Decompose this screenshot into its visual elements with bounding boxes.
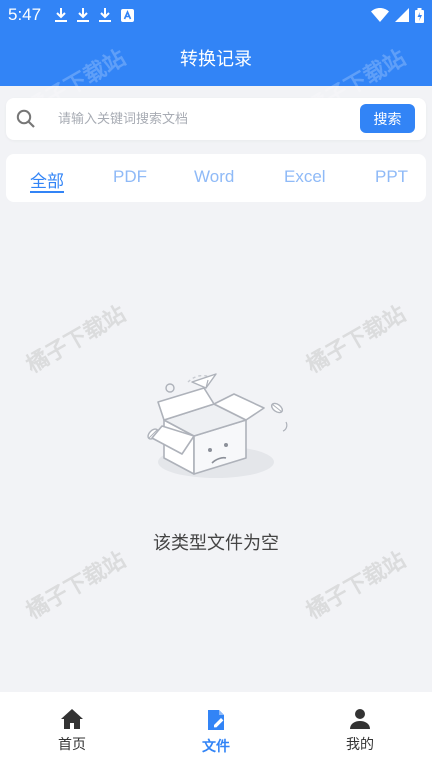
search-bar: 搜索 <box>6 98 426 140</box>
nav-item-profile[interactable]: 我的 <box>320 708 400 754</box>
tab-pdf[interactable]: PDF <box>113 167 147 187</box>
watermark: 橘子下载站 <box>302 547 411 625</box>
home-icon <box>61 709 83 729</box>
app-notification-icon <box>121 8 135 22</box>
wifi-icon <box>371 8 389 22</box>
download-icon <box>55 8 68 22</box>
status-time: 5:47 <box>8 5 42 24</box>
person-icon <box>350 709 370 729</box>
status-bar: 5:47 <box>0 0 432 30</box>
system-icons <box>371 7 424 23</box>
empty-box-icon <box>147 373 288 478</box>
nav-item-files[interactable]: 文件 <box>176 708 256 756</box>
search-icon <box>16 109 35 128</box>
nav-label-home: 首页 <box>58 737 86 753</box>
app-bar: 5:47 转换记录 橘子下载站 橘子下载站 <box>0 0 432 122</box>
filter-tabs: 全部 PDF Word Excel PPT <box>6 154 426 202</box>
document-edit-icon <box>208 710 224 730</box>
watermark: 橘子下载站 <box>22 301 131 379</box>
download-icon <box>99 8 112 22</box>
nav-item-home[interactable]: 首页 <box>32 708 112 754</box>
watermark: 橘子下载站 <box>302 301 411 379</box>
active-tab-indicator <box>30 191 64 193</box>
battery-icon <box>415 7 424 23</box>
tab-word[interactable]: Word <box>194 167 234 187</box>
bottom-navigation: 首页 文件 我的 <box>0 692 432 768</box>
notification-icons <box>55 8 135 22</box>
page-title: 转换记录 <box>180 49 252 70</box>
nav-label-profile: 我的 <box>346 737 374 753</box>
tab-all[interactable]: 全部 <box>30 167 64 192</box>
empty-state-message: 该类型文件为空 <box>153 533 279 554</box>
signal-icon <box>395 8 409 22</box>
search-input[interactable] <box>40 104 350 134</box>
nav-label-files: 文件 <box>202 739 230 755</box>
tab-excel[interactable]: Excel <box>284 167 326 187</box>
search-button[interactable]: 搜索 <box>360 104 415 133</box>
watermark: 橘子下载站 <box>22 547 131 625</box>
download-icon <box>77 8 90 22</box>
tab-ppt[interactable]: PPT <box>375 167 408 187</box>
